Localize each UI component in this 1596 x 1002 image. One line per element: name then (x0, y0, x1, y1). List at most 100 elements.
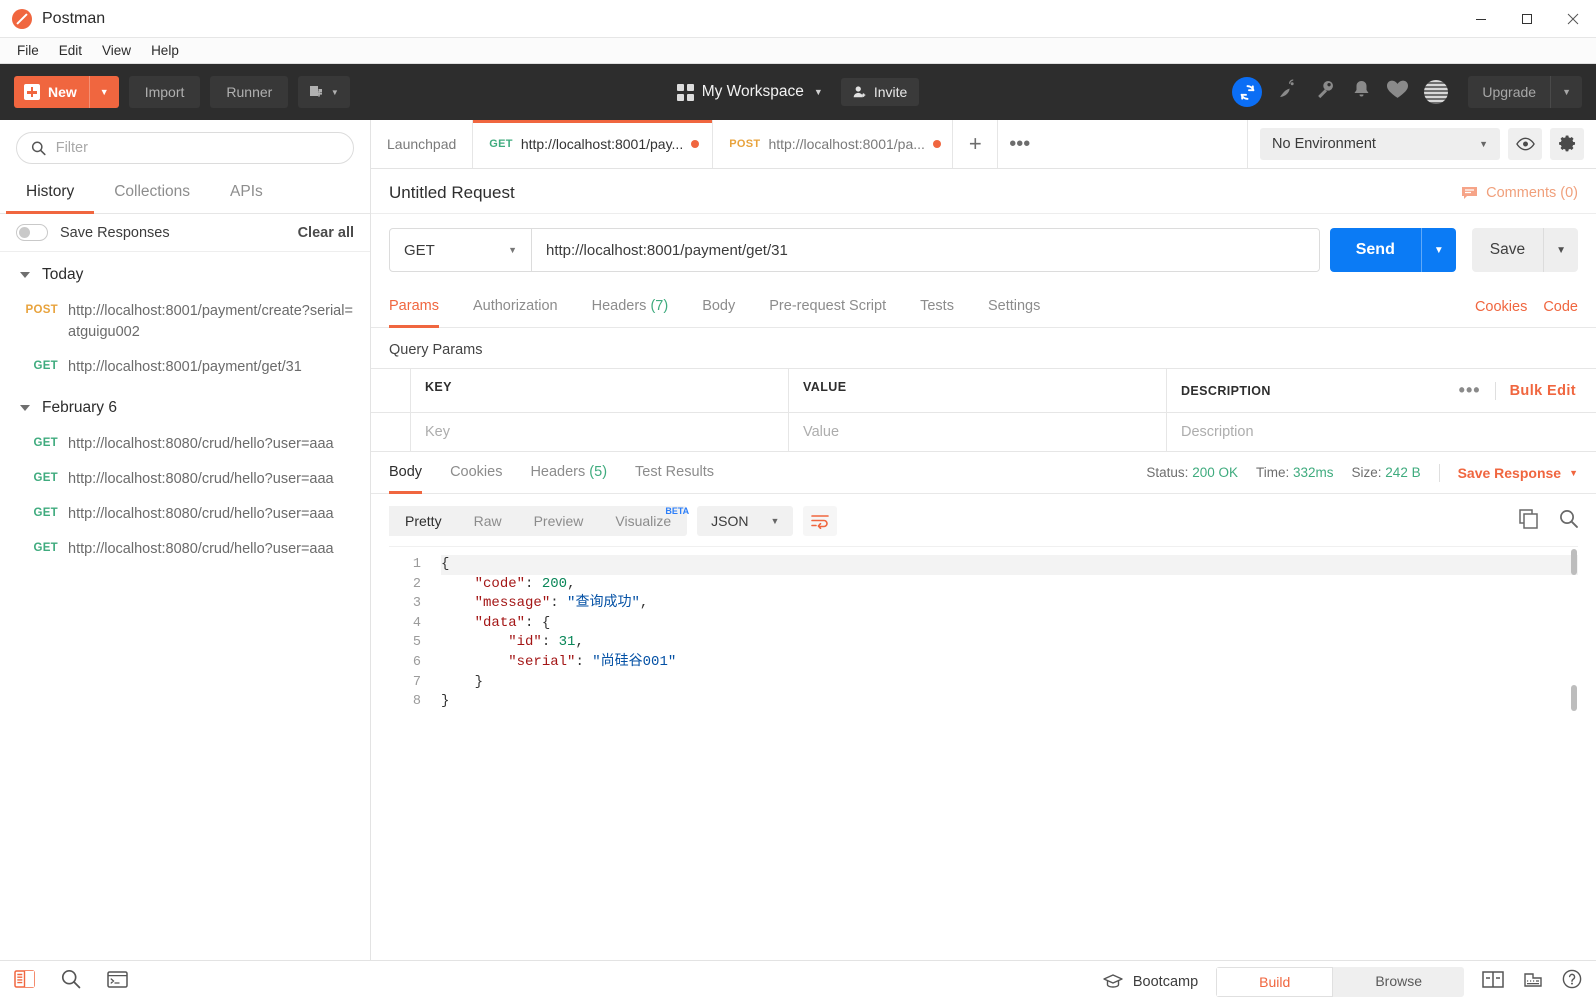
param-value-input[interactable]: Value (789, 413, 1167, 451)
import-button[interactable]: Import (129, 76, 201, 108)
table-more-button[interactable]: ••• (1459, 380, 1481, 401)
tab-pre-request-script[interactable]: Pre-request Script (769, 286, 886, 328)
satellite-icon[interactable] (1278, 79, 1299, 105)
environment-selector[interactable]: No Environment ▼ (1260, 128, 1500, 160)
scrollbar-thumb-bottom[interactable] (1571, 685, 1577, 711)
close-button[interactable] (1550, 0, 1596, 37)
response-tools (1519, 509, 1578, 534)
save-button[interactable]: Save (1472, 228, 1543, 272)
list-item[interactable]: GET http://localhost:8080/crud/hello?use… (0, 497, 370, 532)
bell-icon[interactable] (1352, 80, 1371, 105)
filter-box[interactable] (16, 132, 354, 164)
comments-button[interactable]: Comments (0) (1461, 185, 1578, 201)
workspace-selector[interactable]: My Workspace ▼ Invite (677, 78, 920, 106)
send-button[interactable]: Send (1330, 228, 1421, 272)
help-icon[interactable] (1562, 969, 1582, 994)
response-tab-test-results[interactable]: Test Results (635, 452, 714, 494)
clear-all-button[interactable]: Clear all (298, 225, 354, 241)
cookies-link[interactable]: Cookies (1475, 299, 1527, 315)
upgrade-caret-icon[interactable]: ▼ (1550, 76, 1582, 108)
console-icon[interactable] (107, 971, 128, 993)
environment-quick-look-button[interactable] (1508, 128, 1542, 160)
list-item[interactable]: GET http://localhost:8080/crud/hello?use… (0, 532, 370, 567)
method-selector[interactable]: GET ▼ (390, 229, 532, 271)
format-visualize[interactable]: Visualize BETA (599, 506, 687, 536)
menu-file[interactable]: File (8, 41, 48, 60)
response-scrollbar[interactable] (1570, 547, 1578, 960)
new-button[interactable]: New ▼ (14, 76, 119, 108)
word-wrap-button[interactable] (803, 506, 837, 536)
two-pane-icon[interactable] (1482, 971, 1504, 993)
browse-button[interactable]: Browse (1333, 967, 1464, 997)
format-preview[interactable]: Preview (518, 506, 600, 536)
search-input[interactable] (56, 140, 339, 156)
sidebar-tab-collections[interactable]: Collections (94, 174, 210, 214)
tab-launchpad[interactable]: Launchpad (371, 120, 473, 168)
table-checkbox-cell[interactable] (371, 413, 411, 451)
tab-options-button[interactable]: ••• (997, 120, 1041, 168)
invite-button[interactable]: Invite (841, 78, 919, 106)
sync-icon[interactable] (1232, 77, 1262, 107)
tab-authorization[interactable]: Authorization (473, 286, 558, 328)
keyboard-icon[interactable] (1522, 971, 1544, 993)
status-bar-right: Bootcamp Build Browse (1103, 967, 1582, 997)
response-language-selector[interactable]: JSON ▼ (697, 506, 793, 536)
history-group-february-6[interactable]: February 6 (0, 385, 370, 427)
format-raw[interactable]: Raw (458, 506, 518, 536)
new-dropdown-caret-icon[interactable]: ▼ (89, 76, 119, 108)
sidebar-toggle-icon[interactable] (14, 970, 35, 993)
code-link[interactable]: Code (1543, 299, 1578, 315)
url-input[interactable] (532, 229, 1319, 271)
save-responses-toggle[interactable] (16, 224, 48, 241)
format-pretty[interactable]: Pretty (389, 506, 458, 536)
list-item[interactable]: GET http://localhost:8080/crud/hello?use… (0, 462, 370, 497)
maximize-button[interactable] (1504, 0, 1550, 37)
status-label: Status: (1146, 465, 1188, 480)
search-icon[interactable] (1559, 509, 1578, 533)
save-options-caret-icon[interactable]: ▼ (1543, 228, 1578, 272)
response-tab-cookies[interactable]: Cookies (450, 452, 502, 494)
minimize-button[interactable] (1458, 0, 1504, 37)
bootcamp-button[interactable]: Bootcamp (1103, 974, 1198, 990)
param-key-input[interactable]: Key (411, 413, 789, 451)
tab-request-post[interactable]: POST http://localhost:8001/pa... (713, 120, 953, 168)
list-item[interactable]: GET http://localhost:8001/payment/get/31 (0, 350, 370, 385)
upgrade-button[interactable]: Upgrade ▼ (1468, 76, 1582, 108)
sidebar: History Collections APIs Save Responses … (0, 120, 371, 960)
sidebar-tab-history[interactable]: History (6, 174, 94, 214)
menu-help[interactable]: Help (142, 41, 188, 60)
scrollbar-thumb-top[interactable] (1571, 549, 1577, 575)
avatar[interactable] (1424, 80, 1448, 104)
tab-body[interactable]: Body (702, 286, 735, 328)
build-button[interactable]: Build (1216, 967, 1333, 997)
save-response-button[interactable]: Save Response ▼ (1458, 465, 1578, 481)
runner-button[interactable]: Runner (210, 76, 288, 108)
sidebar-tab-apis[interactable]: APIs (210, 174, 283, 214)
history-group-today[interactable]: Today (0, 252, 370, 294)
menu-view[interactable]: View (93, 41, 140, 60)
search-icon[interactable] (61, 969, 81, 994)
tab-settings[interactable]: Settings (988, 286, 1040, 328)
bulk-edit-button[interactable]: Bulk Edit (1510, 383, 1576, 399)
send-options-caret-icon[interactable]: ▼ (1421, 228, 1456, 272)
menu-edit[interactable]: Edit (50, 41, 91, 60)
tab-headers[interactable]: Headers (7) (592, 286, 669, 328)
table-row[interactable]: Key Value Description (371, 413, 1596, 452)
new-window-button[interactable]: ▼ (298, 76, 350, 108)
param-description-input[interactable]: Description (1167, 413, 1596, 451)
response-body-viewer[interactable]: 1 2 3 4 5 6 7 8 { "code": 200, "message"… (389, 546, 1578, 960)
wrench-icon[interactable] (1315, 79, 1336, 105)
tab-request-get[interactable]: GET http://localhost:8001/pay... (473, 120, 713, 168)
tab-tests[interactable]: Tests (920, 286, 954, 328)
response-tab-headers[interactable]: Headers (5) (530, 452, 607, 494)
response-tab-body[interactable]: Body (389, 452, 422, 494)
list-item[interactable]: GET http://localhost:8080/crud/hello?use… (0, 427, 370, 462)
settings-button[interactable] (1550, 128, 1584, 160)
new-tab-button[interactable]: + (953, 120, 997, 168)
method-badge: GET (0, 504, 68, 519)
list-item[interactable]: POST http://localhost:8001/payment/creat… (0, 294, 370, 350)
heart-icon[interactable] (1387, 80, 1408, 104)
json-response-code[interactable]: { "code": 200, "message": "查询成功", "data"… (431, 547, 1578, 960)
tab-params[interactable]: Params (389, 286, 439, 328)
copy-icon[interactable] (1519, 509, 1539, 534)
